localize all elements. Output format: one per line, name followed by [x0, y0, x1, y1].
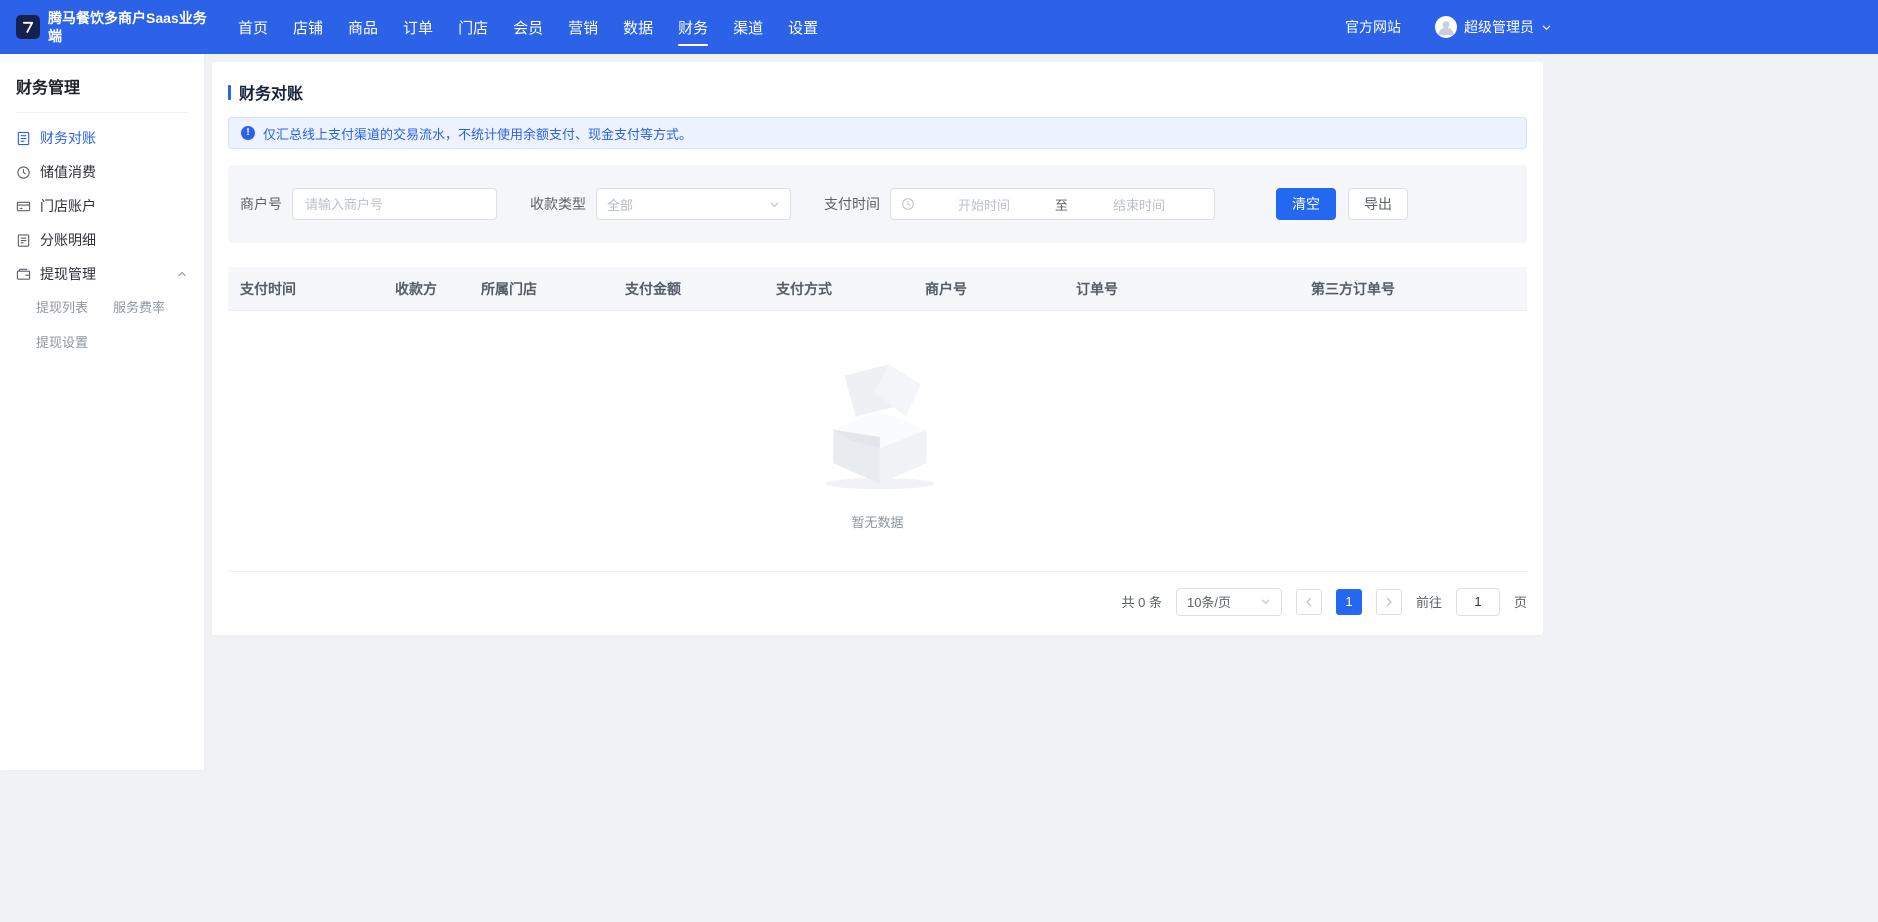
- split-detail-icon: [16, 233, 31, 248]
- page-unit: 页: [1514, 592, 1527, 611]
- clock-icon: [901, 197, 915, 211]
- column-header: 所属门店: [469, 279, 613, 299]
- time-label: 支付时间: [824, 194, 880, 214]
- menu-label: 门店账户: [40, 196, 96, 216]
- merchant-label: 商户号: [240, 194, 282, 214]
- chevron-down-icon: [1260, 596, 1271, 607]
- menu-label: 提现管理: [40, 264, 96, 284]
- sidebar-item-finance-reconciliation[interactable]: 财务对账: [0, 121, 204, 155]
- page-1-button[interactable]: 1: [1336, 589, 1362, 615]
- content-card: 财务对账 ! 仅汇总线上支付渠道的交易流水，不统计使用余额支付、现金支付等方式。…: [212, 62, 1543, 635]
- type-filter-group: 收款类型 全部: [530, 188, 791, 220]
- column-header: 支付金额: [613, 279, 764, 299]
- chevron-down-icon: [1541, 22, 1552, 33]
- submenu-item-withdraw-list[interactable]: 提现列表: [36, 297, 113, 316]
- nav-item-data[interactable]: 数据: [623, 0, 653, 54]
- export-button[interactable]: 导出: [1348, 188, 1408, 220]
- nav-item-home[interactable]: 首页: [238, 0, 268, 54]
- filter-bar: 商户号 收款类型 全部 支付时间: [228, 165, 1527, 243]
- nav-item-stores[interactable]: 门店: [458, 0, 488, 54]
- sidebar-item-stored-value[interactable]: 储值消费: [0, 155, 204, 189]
- nav-item-settings[interactable]: 设置: [788, 0, 818, 54]
- page-size-select[interactable]: 10条/页: [1176, 588, 1282, 616]
- brand-title: 腾马餐饮多商户Saas业务端: [48, 9, 208, 45]
- pagination-bar: 共 0 条 10条/页 1 前往 页: [228, 571, 1527, 631]
- clear-button[interactable]: 清空: [1276, 188, 1336, 220]
- column-header: 支付: [1518, 279, 1527, 299]
- submenu-item-service-rate[interactable]: 服务费率: [113, 297, 190, 316]
- nav-item-orders[interactable]: 订单: [403, 0, 433, 54]
- goto-page-input[interactable]: [1456, 588, 1500, 616]
- sidebar-item-withdraw-management[interactable]: 提现管理: [0, 257, 204, 291]
- nav-item-channels[interactable]: 渠道: [733, 0, 763, 54]
- menu-label: 分账明细: [40, 230, 96, 250]
- top-menu: 首页 店铺 商品 订单 门店 会员 营销 数据 财务 渠道 设置: [238, 0, 818, 54]
- column-header: 订单号: [1064, 279, 1299, 299]
- info-icon: !: [241, 126, 255, 140]
- user-menu[interactable]: 超级管理员: [1435, 16, 1552, 38]
- sidebar-item-store-account[interactable]: 门店账户: [0, 189, 204, 223]
- main-area: 财务对账 ! 仅汇总线上支付渠道的交易流水，不统计使用余额支付、现金支付等方式。…: [204, 54, 1878, 770]
- nav-item-goods[interactable]: 商品: [348, 0, 378, 54]
- brand[interactable]: 腾马餐饮多商户Saas业务端: [16, 9, 208, 45]
- merchant-input[interactable]: [292, 188, 497, 220]
- info-alert: ! 仅汇总线上支付渠道的交易流水，不统计使用余额支付、现金支付等方式。: [228, 117, 1527, 149]
- page-size-value: 10条/页: [1187, 592, 1231, 611]
- top-navbar-inner: 腾马餐饮多商户Saas业务端 首页 店铺 商品 订单 门店 会员 营销 数据 财…: [0, 0, 1568, 54]
- type-select[interactable]: 全部: [596, 188, 791, 220]
- menu-label: 储值消费: [40, 162, 96, 182]
- user-name: 超级管理员: [1464, 17, 1534, 37]
- time-filter-group: 支付时间 开始时间 至 结束时间: [824, 188, 1215, 220]
- total-count: 共 0 条: [1122, 592, 1162, 611]
- nav-item-shop[interactable]: 店铺: [293, 0, 323, 54]
- reconciliation-icon: [16, 131, 31, 146]
- nav-item-finance[interactable]: 财务: [678, 0, 708, 54]
- sidebar: 财务管理 财务对账 储值消费 门店账户: [0, 54, 204, 770]
- table-header-row: 支付时间 收款方 所属门店 支付金额 支付方式 商户号 订单号 第三方订单号 支…: [228, 267, 1527, 311]
- goto-label: 前往: [1416, 592, 1442, 611]
- empty-state: 暂无数据: [228, 311, 1527, 571]
- next-page-button[interactable]: [1376, 589, 1402, 615]
- withdraw-submenu: 提现列表 服务费率 提现设置: [0, 291, 204, 361]
- merchant-filter-group: 商户号: [240, 188, 497, 220]
- empty-text: 暂无数据: [228, 512, 1527, 531]
- sidebar-item-split-detail[interactable]: 分账明细: [0, 223, 204, 257]
- start-time-placeholder: 开始时间: [919, 195, 1049, 214]
- prev-page-button[interactable]: [1296, 589, 1322, 615]
- withdraw-icon: [16, 267, 31, 282]
- store-account-icon: [16, 199, 31, 214]
- column-header: 商户号: [913, 279, 1064, 299]
- sidebar-title: 财务管理: [16, 54, 188, 113]
- submenu-item-withdraw-settings[interactable]: 提现设置: [36, 332, 113, 351]
- nav-item-members[interactable]: 会员: [513, 0, 543, 54]
- column-header: 支付方式: [764, 279, 913, 299]
- menu-label: 财务对账: [40, 128, 96, 148]
- chevron-down-icon: [769, 199, 780, 210]
- range-separator: 至: [1053, 195, 1070, 214]
- official-website-link[interactable]: 官方网站: [1345, 17, 1401, 37]
- sidebar-menu: 财务对账 储值消费 门店账户 分账明细: [0, 113, 204, 361]
- chevron-right-icon: [1383, 596, 1395, 608]
- brand-logo-icon: [16, 15, 40, 39]
- alert-text: 仅汇总线上支付渠道的交易流水，不统计使用余额支付、现金支付等方式。: [263, 124, 692, 143]
- end-time-placeholder: 结束时间: [1074, 195, 1204, 214]
- nav-item-marketing[interactable]: 营销: [568, 0, 598, 54]
- type-label: 收款类型: [530, 194, 586, 214]
- column-header: 支付时间: [228, 279, 383, 299]
- navbar-right: 官方网站 超级管理员: [1345, 16, 1552, 38]
- pay-time-range-picker[interactable]: 开始时间 至 结束时间: [890, 188, 1215, 220]
- app-body: 财务管理 财务对账 储值消费 门店账户: [0, 54, 1878, 770]
- page-title: 财务对账: [239, 80, 303, 104]
- column-header: 收款方: [383, 279, 469, 299]
- user-avatar-icon: [1435, 16, 1457, 38]
- stored-value-icon: [16, 165, 31, 180]
- title-accent-bar: [228, 85, 231, 100]
- type-select-value: 全部: [607, 195, 633, 214]
- chevron-up-icon: [176, 268, 188, 280]
- empty-box-illustration: [803, 355, 953, 493]
- page-title-row: 财务对账: [228, 80, 1527, 104]
- chevron-left-icon: [1303, 596, 1315, 608]
- top-navbar: 腾马餐饮多商户Saas业务端 首页 店铺 商品 订单 门店 会员 营销 数据 财…: [0, 0, 1878, 54]
- column-header: 第三方订单号: [1299, 279, 1518, 299]
